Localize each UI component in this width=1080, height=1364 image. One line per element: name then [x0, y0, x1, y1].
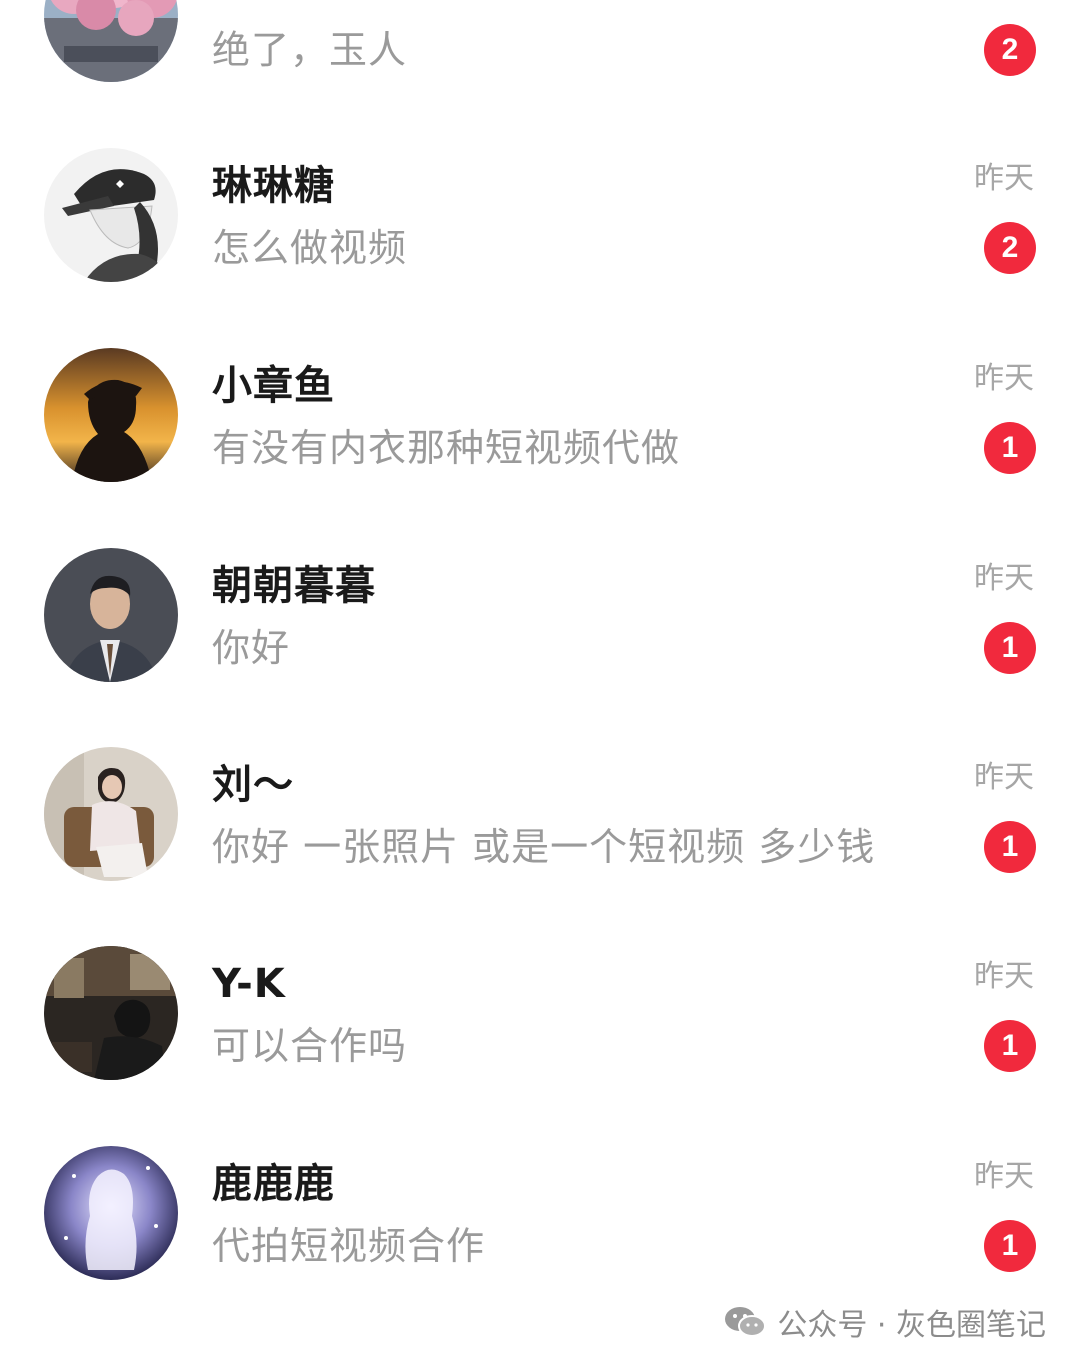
avatar[interactable] [44, 548, 178, 682]
message-time: 昨天 [974, 161, 1034, 196]
conversation-item[interactable]: 绝了，玉人 2 [0, 0, 1080, 82]
watermark: 公众号 · 灰色圈笔记 [723, 1298, 1046, 1346]
unread-badge: 2 [984, 222, 1036, 274]
contact-name: 朝朝暮暮 [212, 563, 376, 609]
message-preview: 代拍短视频合作 [212, 1224, 486, 1268]
unread-badge: 1 [984, 821, 1036, 873]
watermark-text: 公众号 · 灰色圈笔记 [777, 1308, 1046, 1343]
avatar[interactable] [44, 946, 178, 1080]
contact-name: 琳琳糖 [212, 163, 335, 209]
avatar[interactable] [44, 148, 178, 282]
conversation-list: 绝了，玉人 2 琳琳糖 昨天 怎么做视频 2 小章鱼 昨天 有没有内衣那种短视频… [0, 0, 1080, 1364]
avatar[interactable] [44, 0, 178, 82]
message-preview: 有没有内衣那种短视频代做 [212, 426, 681, 470]
avatar[interactable] [44, 1146, 178, 1280]
message-preview: 绝了，玉人 [212, 28, 408, 72]
conversation-item[interactable]: 琳琳糖 昨天 怎么做视频 2 [0, 148, 1080, 348]
message-preview: 怎么做视频 [212, 226, 408, 270]
conversation-item[interactable]: Y-K 昨天 可以合作吗 1 [0, 946, 1080, 1146]
unread-badge: 1 [984, 1220, 1036, 1272]
avatar[interactable] [44, 747, 178, 881]
message-preview: 你好 一张照片 或是一个短视频 多少钱 [212, 825, 876, 869]
conversation-item[interactable]: 刘～ 昨天 你好 一张照片 或是一个短视频 多少钱 1 [0, 747, 1080, 947]
unread-badge: 1 [984, 1020, 1036, 1072]
contact-name: Y-K [212, 961, 286, 1007]
message-preview: 可以合作吗 [212, 1024, 408, 1068]
unread-badge: 2 [984, 24, 1036, 76]
contact-name: 鹿鹿鹿 [212, 1161, 335, 1207]
message-time: 昨天 [974, 1159, 1034, 1194]
message-time: 昨天 [974, 760, 1034, 795]
contact-name: 小章鱼 [212, 363, 335, 409]
unread-badge: 1 [984, 622, 1036, 674]
message-time: 昨天 [974, 561, 1034, 596]
message-time: 昨天 [974, 959, 1034, 994]
contact-name: 刘～ [212, 762, 294, 808]
avatar[interactable] [44, 348, 178, 482]
wechat-icon [723, 1304, 767, 1340]
conversation-item[interactable]: 朝朝暮暮 昨天 你好 1 [0, 548, 1080, 748]
message-time: 昨天 [974, 361, 1034, 396]
message-preview: 你好 [212, 626, 291, 670]
conversation-item[interactable]: 小章鱼 昨天 有没有内衣那种短视频代做 1 [0, 348, 1080, 548]
unread-badge: 1 [984, 422, 1036, 474]
